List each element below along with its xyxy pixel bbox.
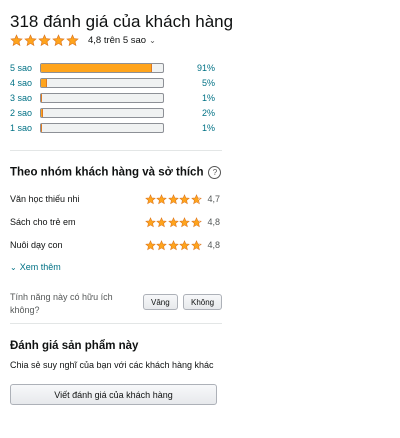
histogram-percent[interactable]: 1% <box>202 93 215 103</box>
group-row: Nuôi dạy con 4,8 <box>10 238 220 252</box>
star-icon <box>24 34 37 47</box>
see-more-text: Xem thêm <box>19 262 61 272</box>
group-label: Nuôi dạy con <box>10 240 63 250</box>
group-rating-value: 4,7 <box>207 194 220 204</box>
groups-heading: Theo nhóm khách hàng và sở thích? <box>10 166 222 179</box>
star-icon <box>145 193 156 204</box>
star-icon <box>38 34 51 47</box>
star-icon <box>191 239 202 250</box>
group-row: Văn học thiếu nhi 4,7 <box>10 192 220 206</box>
histogram-label[interactable]: 4 sao <box>10 78 40 88</box>
star-icon <box>191 193 202 204</box>
histogram-row[interactable]: 3 sao 1% <box>10 92 215 104</box>
rating-summary-row[interactable]: 4,8 trên 5 sao ⌄ <box>10 34 156 47</box>
star-icon <box>66 34 79 47</box>
divider <box>10 323 222 324</box>
group-rating-value: 4,8 <box>207 217 220 227</box>
help-icon[interactable]: ? <box>208 166 222 179</box>
star-icon <box>168 216 179 227</box>
histogram-bar[interactable] <box>40 63 164 73</box>
star-icon <box>179 193 191 204</box>
histogram-row[interactable]: 4 sao 5% <box>10 77 215 89</box>
helpful-question: Tính năng này có hữu ích không? <box>10 292 113 315</box>
chevron-down-icon: ⌄ <box>149 36 156 45</box>
star-icon <box>156 216 168 227</box>
histogram-percent[interactable]: 91% <box>197 63 215 73</box>
group-label: Sách cho trẻ em <box>10 217 76 227</box>
chevron-down-icon: ⌄ <box>10 262 17 272</box>
histogram-bar-fill <box>41 109 44 117</box>
write-review-heading: Đánh giá sản phẩm này <box>10 340 139 352</box>
helpful-yes-button[interactable]: Vâng <box>143 294 178 310</box>
star-icon <box>145 239 156 250</box>
star-icon <box>168 239 179 250</box>
histogram-label[interactable]: 5 sao <box>10 63 40 73</box>
histogram-label[interactable]: 3 sao <box>10 93 40 103</box>
rating-summary-text: 4,8 trên 5 sao <box>88 35 147 46</box>
histogram-label[interactable]: 1 sao <box>10 123 40 133</box>
histogram-bar-fill <box>41 64 153 72</box>
star-icon <box>156 239 168 250</box>
histogram-row[interactable]: 2 sao 2% <box>10 107 215 119</box>
star-icon <box>179 216 191 227</box>
histogram-percent[interactable]: 5% <box>202 78 215 88</box>
group-rating-value: 4,8 <box>207 240 220 250</box>
group-row: Sách cho trẻ em 4,8 <box>10 215 220 229</box>
star-icon <box>168 193 179 204</box>
histogram-bar[interactable] <box>40 93 164 103</box>
divider <box>10 150 222 151</box>
write-review-description: Chia sẻ suy nghĩ của bạn với các khách h… <box>10 360 214 370</box>
see-more-link[interactable]: ⌄ Xem thêm <box>10 262 61 272</box>
histogram-bar[interactable] <box>40 123 164 133</box>
group-star-rating <box>145 239 203 251</box>
star-icon <box>10 34 23 47</box>
star-icon <box>145 216 156 227</box>
histogram-percent[interactable]: 2% <box>202 108 215 118</box>
star-icon <box>52 34 65 47</box>
histogram-label[interactable]: 2 sao <box>10 108 40 118</box>
rating-summary[interactable]: 4,8 trên 5 sao ⌄ <box>88 35 156 46</box>
group-star-rating <box>145 216 203 228</box>
star-icon <box>156 193 168 204</box>
histogram-row[interactable]: 1 sao 1% <box>10 122 215 134</box>
group-label: Văn học thiếu nhi <box>10 194 80 204</box>
star-rating <box>10 34 80 47</box>
histogram-bar[interactable] <box>40 78 164 88</box>
star-icon <box>191 216 202 227</box>
write-review-button[interactable]: Viết đánh giá của khách hàng <box>10 384 217 405</box>
histogram-bar-fill <box>41 94 43 102</box>
star-icon <box>179 239 191 250</box>
histogram-bar[interactable] <box>40 108 164 118</box>
histogram-bar-fill <box>41 79 48 87</box>
helpful-no-button[interactable]: Không <box>183 294 223 310</box>
group-star-rating <box>145 193 203 205</box>
histogram-bar-fill <box>41 124 43 132</box>
groups-heading-text: Theo nhóm khách hàng và sở thích <box>10 166 204 179</box>
histogram-percent[interactable]: 1% <box>202 123 215 133</box>
reviews-title: 318 đánh giá của khách hàng <box>10 12 234 31</box>
histogram-row[interactable]: 5 sao 91% <box>10 62 215 74</box>
